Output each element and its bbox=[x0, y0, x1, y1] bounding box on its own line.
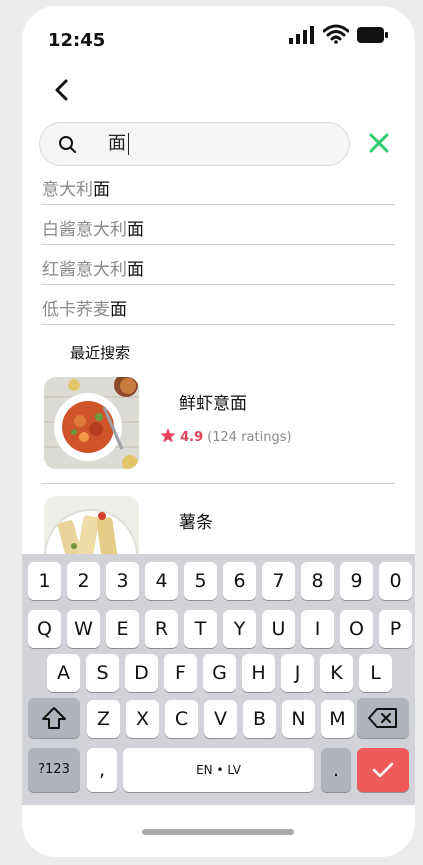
space-key[interactable]: EN • LV bbox=[123, 748, 314, 792]
clear-button[interactable] bbox=[368, 132, 390, 154]
suggestion-match: 面 bbox=[127, 260, 144, 280]
on-screen-keyboard: ?123 , EN • LV . 1234567890 QWERTYUIOP ASD… bbox=[22, 554, 415, 805]
suggestion-item[interactable]: 红酱意大利面 bbox=[42, 244, 395, 285]
recent-item-name: 鲜虾意面 bbox=[179, 394, 247, 414]
key-h[interactable]: H bbox=[242, 654, 275, 692]
recent-searches-title: 最近搜索 bbox=[70, 344, 131, 362]
comma-key[interactable]: , bbox=[87, 748, 117, 792]
rating: 4.9 (124 ratings) bbox=[160, 428, 292, 445]
back-button[interactable] bbox=[50, 78, 74, 102]
key-d[interactable]: D bbox=[125, 654, 158, 692]
key-k[interactable]: K bbox=[320, 654, 353, 692]
key-t[interactable]: T bbox=[184, 610, 217, 648]
key-v[interactable]: V bbox=[204, 700, 237, 738]
chevron-left-icon bbox=[55, 79, 68, 101]
key-7[interactable]: 7 bbox=[262, 562, 295, 600]
rating-score: 4.9 bbox=[180, 430, 204, 445]
key-y[interactable]: Y bbox=[223, 610, 256, 648]
key-3[interactable]: 3 bbox=[106, 562, 139, 600]
suggestion-item[interactable]: 低卡荞麦面 bbox=[42, 284, 395, 325]
key-g[interactable]: G bbox=[203, 654, 236, 692]
key-0[interactable]: 0 bbox=[379, 562, 412, 600]
star-icon bbox=[160, 428, 176, 443]
close-icon bbox=[369, 133, 389, 153]
suggestion-match: 面 bbox=[93, 180, 110, 200]
key-f[interactable]: F bbox=[164, 654, 197, 692]
key-q[interactable]: Q bbox=[28, 610, 61, 648]
key-a[interactable]: A bbox=[47, 654, 80, 692]
key-w[interactable]: W bbox=[67, 610, 100, 648]
battery-icon bbox=[357, 27, 388, 43]
shift-icon bbox=[42, 707, 66, 729]
key-p[interactable]: P bbox=[379, 610, 412, 648]
phone-screen: 12:45 面 意大利面 白酱意大利面 红酱意大利面 低卡荞麦面 最近搜索 鲜虾… bbox=[22, 6, 415, 857]
key-j[interactable]: J bbox=[281, 654, 314, 692]
rating-count: (124 ratings) bbox=[207, 430, 292, 445]
key-u[interactable]: U bbox=[262, 610, 295, 648]
suggestion-prefix: 白酱意大利 bbox=[42, 220, 127, 240]
recent-item[interactable]: 鲜虾意面 4.9 (124 ratings) bbox=[42, 371, 395, 481]
suggestion-item[interactable]: 白酱意大利面 bbox=[42, 204, 395, 245]
search-field[interactable]: 面 bbox=[39, 122, 350, 166]
suggestion-item[interactable]: 意大利面 bbox=[42, 164, 395, 205]
recent-item-name: 薯条 bbox=[179, 513, 213, 533]
key-s[interactable]: S bbox=[86, 654, 119, 692]
key-x[interactable]: X bbox=[126, 700, 159, 738]
key-8[interactable]: 8 bbox=[301, 562, 334, 600]
key-9[interactable]: 9 bbox=[340, 562, 373, 600]
key-1[interactable]: 1 bbox=[28, 562, 61, 600]
key-m[interactable]: M bbox=[321, 700, 354, 738]
home-indicator bbox=[142, 829, 294, 835]
enter-key[interactable] bbox=[357, 748, 409, 792]
key-n[interactable]: N bbox=[282, 700, 315, 738]
suggestion-prefix: 红酱意大利 bbox=[42, 260, 127, 280]
key-r[interactable]: R bbox=[145, 610, 178, 648]
key-z[interactable]: Z bbox=[87, 700, 120, 738]
key-6[interactable]: 6 bbox=[223, 562, 256, 600]
shift-key[interactable] bbox=[28, 698, 80, 738]
checkmark-icon bbox=[372, 762, 394, 778]
status-time: 12:45 bbox=[48, 30, 106, 51]
suggestion-prefix: 意大利 bbox=[42, 180, 93, 200]
key-b[interactable]: B bbox=[243, 700, 276, 738]
key-o[interactable]: O bbox=[340, 610, 373, 648]
key-l[interactable]: L bbox=[359, 654, 392, 692]
key-5[interactable]: 5 bbox=[184, 562, 217, 600]
key-i[interactable]: I bbox=[301, 610, 334, 648]
divider bbox=[42, 483, 395, 484]
key-2[interactable]: 2 bbox=[67, 562, 100, 600]
period-key[interactable]: . bbox=[321, 748, 351, 792]
dish-thumbnail bbox=[44, 377, 139, 469]
key-4[interactable]: 4 bbox=[145, 562, 178, 600]
signal-icon bbox=[289, 26, 314, 44]
key-e[interactable]: E bbox=[106, 610, 139, 648]
numbers-key[interactable]: ?123 bbox=[28, 748, 80, 792]
wifi-icon bbox=[323, 24, 349, 44]
search-input[interactable]: 面 bbox=[108, 133, 129, 155]
backspace-icon bbox=[368, 708, 397, 728]
backspace-key[interactable] bbox=[357, 698, 409, 738]
search-icon bbox=[59, 136, 76, 153]
suggestion-match: 面 bbox=[127, 220, 144, 240]
pasta-dish-image bbox=[44, 377, 139, 469]
suggestion-match: 面 bbox=[110, 300, 127, 320]
suggestion-prefix: 低卡荞麦 bbox=[42, 300, 110, 320]
key-c[interactable]: C bbox=[165, 700, 198, 738]
